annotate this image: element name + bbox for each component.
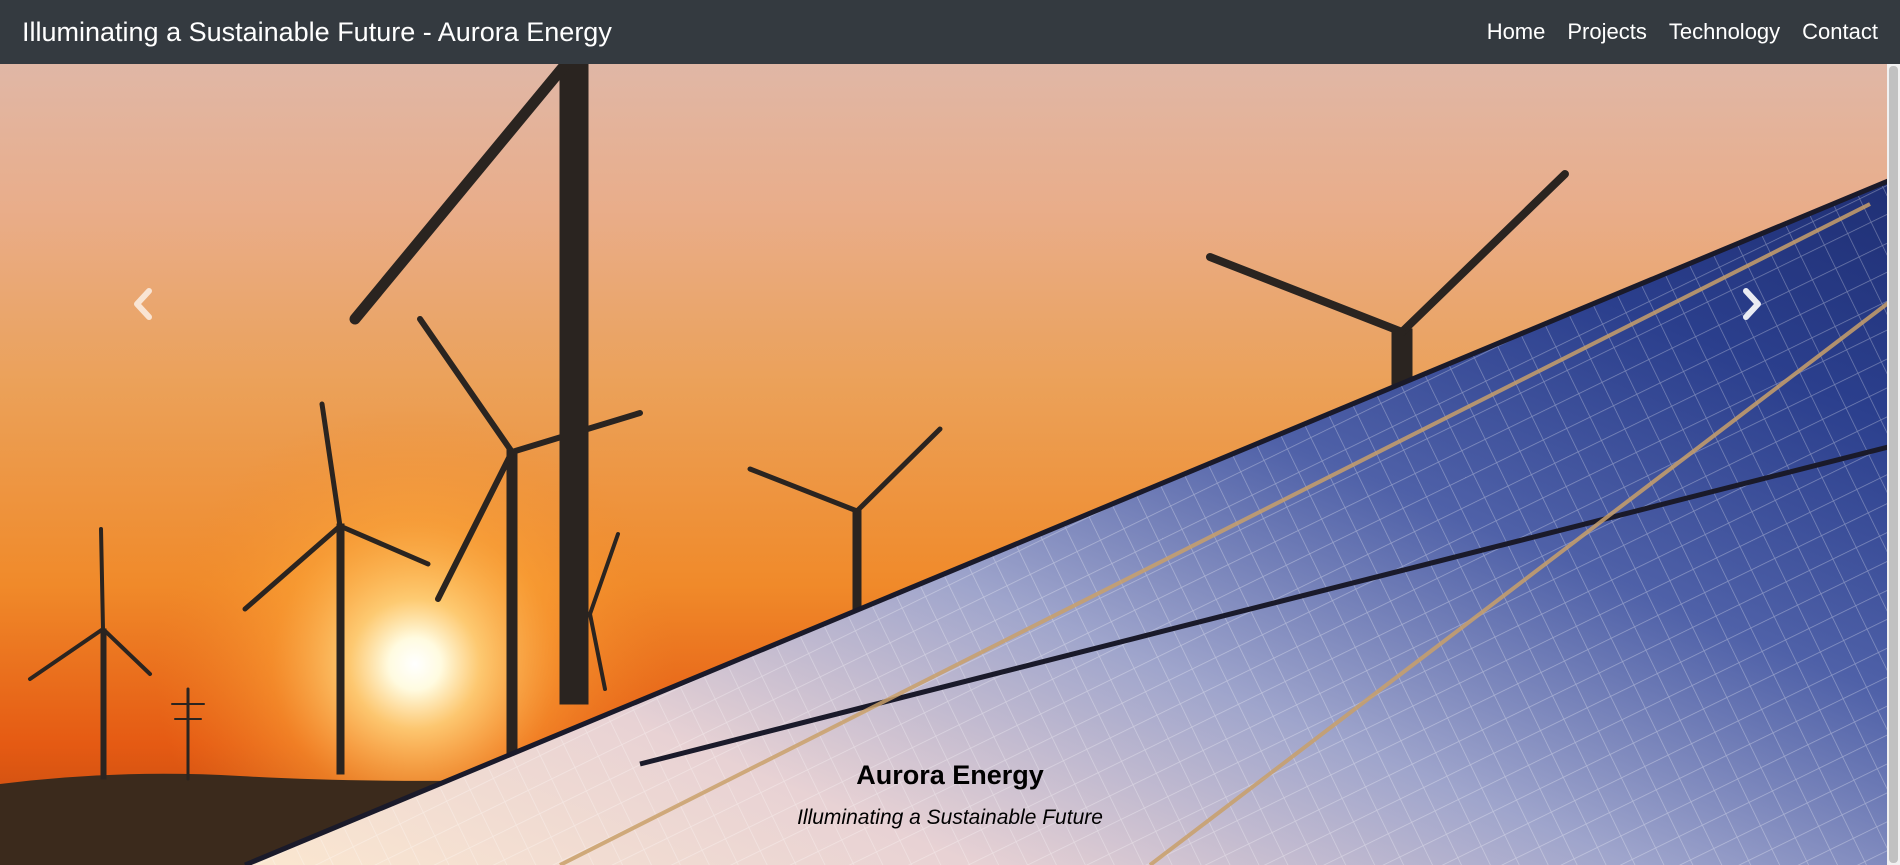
carousel-next-control[interactable] [1722, 254, 1782, 354]
nav-links: Home Projects Technology Contact [1487, 19, 1878, 45]
site-brand[interactable]: Illuminating a Sustainable Future - Auro… [22, 17, 612, 48]
chevron-left-icon [134, 288, 152, 320]
scrollbar-thumb[interactable] [1889, 66, 1898, 863]
nav-link-projects[interactable]: Projects [1567, 19, 1646, 45]
carousel-caption-subtitle: Illuminating a Sustainable Future [797, 806, 1103, 829]
hero-carousel: Aurora Energy Illuminating a Sustainable… [0, 64, 1900, 865]
navbar: Illuminating a Sustainable Future - Auro… [0, 0, 1900, 64]
carousel-caption-title: Aurora Energy [856, 760, 1044, 790]
nav-link-home[interactable]: Home [1487, 19, 1546, 45]
hero-slide-image [0, 64, 1900, 865]
nav-link-contact[interactable]: Contact [1802, 19, 1878, 45]
page-scrollbar[interactable] [1887, 64, 1900, 865]
nav-link-technology[interactable]: Technology [1669, 19, 1780, 45]
chevron-right-icon [1743, 288, 1761, 320]
carousel-prev-control[interactable] [113, 254, 173, 354]
